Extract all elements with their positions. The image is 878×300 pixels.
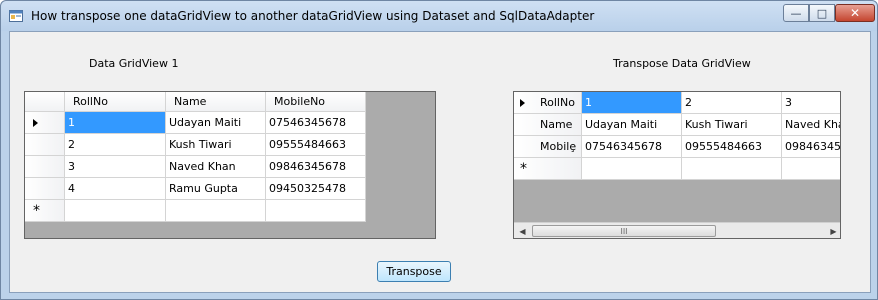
grid1-cell[interactable]: 3 xyxy=(65,156,166,178)
grid2-cell[interactable]: 07546345678 xyxy=(582,136,682,158)
scroll-left-arrow-icon: ◀ xyxy=(519,226,526,236)
grid2-cell[interactable]: Naved Khan xyxy=(782,114,840,136)
grid1-cell[interactable]: 09555484663 xyxy=(266,134,366,156)
grid2-row-header-label: Mobilȩ xyxy=(540,140,577,153)
current-row-arrow-icon xyxy=(33,119,38,127)
scroll-right-arrow-icon: ▶ xyxy=(830,226,837,236)
grid1-row-header[interactable] xyxy=(25,112,65,134)
grid1-new-row-cell[interactable] xyxy=(166,200,266,222)
close-button[interactable]: ✕ xyxy=(835,4,875,22)
minimize-button[interactable]: — xyxy=(783,4,809,22)
app-form-icon[interactable] xyxy=(9,10,23,22)
new-row-asterisk-icon: * xyxy=(33,203,40,219)
grid1-row-header[interactable] xyxy=(25,178,65,200)
grid2-row-header-mobile[interactable]: Mobilȩ xyxy=(514,136,582,158)
grid2-scroll-thumb[interactable]: III xyxy=(532,225,716,237)
grid1-cell[interactable]: Kush Tiwari xyxy=(166,134,266,156)
transpose-button[interactable]: Transpose xyxy=(377,261,451,282)
window-title: How transpose one dataGridView to anothe… xyxy=(31,9,595,23)
grid1-column-header-name[interactable]: Name xyxy=(166,92,266,112)
grid1-corner-header[interactable] xyxy=(25,92,65,112)
grid1-row-header[interactable] xyxy=(25,156,65,178)
grid2-horizontal-scrollbar[interactable]: ◀ III ▶ xyxy=(514,222,840,238)
grid1-column-header-mobileno[interactable]: MobileNo xyxy=(266,92,366,112)
grid2-label: Transpose Data GridView xyxy=(613,57,751,70)
grid2-cell[interactable]: 2 xyxy=(682,92,782,114)
grid2-row-header-label: Name xyxy=(540,118,573,131)
scroll-left-button[interactable]: ◀ xyxy=(514,223,531,238)
grid2-row-header-label: RollNo xyxy=(540,96,575,109)
grid2-cell[interactable]: Kush Tiwari xyxy=(682,114,782,136)
grid2-new-row-cell[interactable] xyxy=(582,158,682,180)
scroll-grip-icon: III xyxy=(620,226,628,236)
grid2-new-row-cell[interactable] xyxy=(682,158,782,180)
grid1-cell[interactable]: Udayan Maiti xyxy=(166,112,266,134)
grid1-cell[interactable]: 07546345678 xyxy=(266,112,366,134)
grid1-cell[interactable]: Ramu Gupta xyxy=(166,178,266,200)
current-row-arrow-icon xyxy=(520,99,525,107)
data-grid-view-1[interactable]: RollNo Name MobileNo 1 Udayan Maiti 0754… xyxy=(24,91,436,239)
grid2-row-header-name[interactable]: Name xyxy=(514,114,582,136)
grid2-cell[interactable]: 1 xyxy=(582,92,682,114)
grid2-cell[interactable]: 09555484663 xyxy=(682,136,782,158)
app-window: How transpose one dataGridView to anothe… xyxy=(0,0,878,300)
grid1-row-header[interactable] xyxy=(25,134,65,156)
close-icon: ✕ xyxy=(849,6,861,20)
grid1-new-row-cell[interactable] xyxy=(266,200,366,222)
grid1-label: Data GridView 1 xyxy=(89,57,179,70)
new-row-asterisk-icon: * xyxy=(520,161,527,177)
grid1-cell[interactable]: 09450325478 xyxy=(266,178,366,200)
grid1-cell[interactable]: 1 xyxy=(65,112,166,134)
grid1-new-row-header[interactable]: * xyxy=(25,200,65,222)
grid1-cell[interactable]: 4 xyxy=(65,178,166,200)
grid1-new-row-cell[interactable] xyxy=(65,200,166,222)
grid2-cell[interactable]: 09846345678 xyxy=(782,136,840,158)
grid2-cell[interactable]: 3 xyxy=(782,92,840,114)
grid1-cell[interactable]: Naved Khan xyxy=(166,156,266,178)
grid1-column-header-rollno[interactable]: RollNo xyxy=(65,92,166,112)
form-client-area: Data GridView 1 RollNo Name MobileNo 1 U… xyxy=(9,31,871,293)
maximize-icon: □ xyxy=(816,6,828,20)
minimize-icon: — xyxy=(790,6,802,20)
grid2-new-row-header[interactable]: * xyxy=(514,158,582,180)
transpose-data-grid-view[interactable]: RollNo 1 2 3 Name Udayan Maiti Kush Tiwa… xyxy=(513,91,841,239)
grid1-cell[interactable]: 2 xyxy=(65,134,166,156)
title-bar[interactable]: How transpose one dataGridView to anothe… xyxy=(1,1,877,31)
scroll-right-button[interactable]: ▶ xyxy=(825,223,840,238)
grid1-cell[interactable]: 09846345678 xyxy=(266,156,366,178)
grid2-cell[interactable]: Udayan Maiti xyxy=(582,114,682,136)
maximize-button[interactable]: □ xyxy=(809,4,835,22)
grid2-row-header-rollno[interactable]: RollNo xyxy=(514,92,582,114)
grid2-new-row-cell[interactable] xyxy=(782,158,840,180)
